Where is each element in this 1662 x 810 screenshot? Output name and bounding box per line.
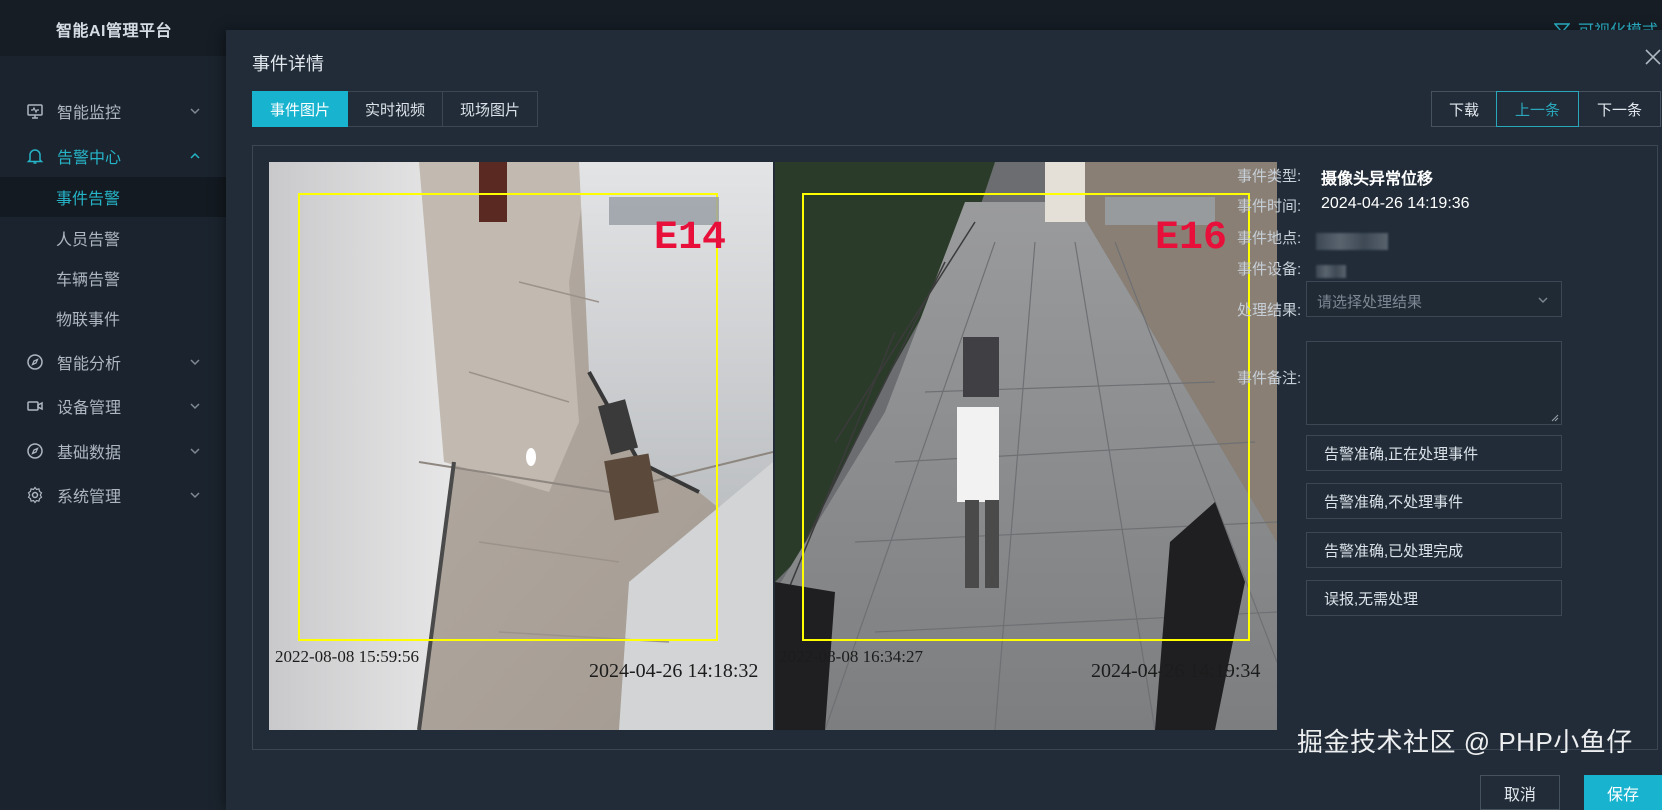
sidebar-subitem-label: 物联事件 xyxy=(56,312,121,329)
event-note-textarea[interactable] xyxy=(1306,341,1562,425)
save-button[interactable]: 保存 xyxy=(1584,775,1662,810)
image-timestamp-left: 2022-08-08 15:59:56 xyxy=(275,647,419,666)
resize-handle-icon[interactable] xyxy=(1551,414,1559,422)
sidebar-subitem-label: 人员告警 xyxy=(56,232,121,249)
channel-label: E16 xyxy=(1155,216,1227,261)
gear-icon xyxy=(27,486,43,504)
close-icon[interactable] xyxy=(1644,48,1662,66)
record-nav: 下载 上一条 下一条 xyxy=(1431,91,1661,127)
event-detail-modal: 事件详情 事件图片 实时视频 现场图片 下载 上一条 下一条 E14 2022-… xyxy=(226,30,1662,810)
sidebar-subitem-iot-event[interactable]: 物联事件 xyxy=(0,298,226,338)
modal-tabs: 事件图片 实时视频 现场图片 xyxy=(252,91,539,127)
sidebar-item-system-management[interactable]: 系统管理 xyxy=(0,475,226,515)
chevron-down-icon xyxy=(190,403,200,410)
image-timestamp-right: 2024-04-26 14:19:34 xyxy=(1091,660,1260,682)
previous-button[interactable]: 上一条 xyxy=(1496,91,1579,127)
tab-event-image[interactable]: 事件图片 xyxy=(252,91,349,127)
modal-title: 事件详情 xyxy=(252,54,324,74)
event-type-label: 事件类型: xyxy=(1237,168,1302,185)
event-device-label: 事件设备: xyxy=(1237,261,1302,278)
sidebar-item-label: 设备管理 xyxy=(57,400,122,417)
watermark: 掘金技术社区 @ PHP小鱼仔 xyxy=(1297,727,1633,757)
event-type-value: 摄像头异常位移 xyxy=(1321,171,1434,188)
event-image-before: E14 2022-08-08 15:59:56 2024-04-26 14:18… xyxy=(269,162,773,730)
image-timestamp-right: 2024-04-26 14:18:32 xyxy=(589,660,758,682)
process-result-label: 处理结果: xyxy=(1237,302,1302,319)
sidebar-item-label: 告警中心 xyxy=(57,150,122,167)
channel-label: E14 xyxy=(654,216,726,261)
next-button[interactable]: 下一条 xyxy=(1578,91,1661,127)
sidebar-item-label: 智能分析 xyxy=(57,356,122,373)
sidebar-item-label: 基础数据 xyxy=(57,445,122,462)
sidebar-item-device-management[interactable]: 设备管理 xyxy=(0,386,226,426)
event-time-label: 事件时间: xyxy=(1237,198,1302,215)
event-location-redacted xyxy=(1316,233,1388,250)
tab-scene-image[interactable]: 现场图片 xyxy=(443,91,539,127)
image-timestamp-left: 2022-08-08 16:34:27 xyxy=(779,647,924,666)
sidebar-subitem-person-alarm[interactable]: 人员告警 xyxy=(0,218,226,258)
event-device-redacted xyxy=(1316,265,1346,278)
download-button[interactable]: 下载 xyxy=(1431,91,1497,127)
confirm-processing-button[interactable]: 告警准确,正在处理事件 xyxy=(1306,435,1562,471)
sidebar-item-analysis[interactable]: 智能分析 xyxy=(0,342,226,382)
bell-icon xyxy=(26,149,44,164)
sidebar-subitem-event-alarm[interactable]: 事件告警 xyxy=(0,177,226,217)
compass-icon xyxy=(27,354,43,370)
chevron-down-icon xyxy=(190,492,200,499)
cancel-button[interactable]: 取消 xyxy=(1480,775,1560,810)
event-location-label: 事件地点: xyxy=(1237,230,1302,247)
compass-icon xyxy=(27,443,43,459)
sidebar-item-label: 系统管理 xyxy=(57,489,122,506)
false-alarm-button[interactable]: 误报,无需处理 xyxy=(1306,580,1562,616)
sidebar-subitem-label: 车辆告警 xyxy=(56,272,121,289)
process-result-select[interactable]: 请选择处理结果 xyxy=(1306,281,1562,317)
chevron-down-icon xyxy=(190,108,200,115)
sidebar: 智能监控 告警中心 事件告警 人员告警 车辆告警 物联事件 智能分析 设备管理 … xyxy=(0,56,226,810)
app-title: 智能AI管理平台 xyxy=(56,23,173,40)
chevron-down-icon xyxy=(190,448,200,455)
tab-live-video[interactable]: 实时视频 xyxy=(348,91,444,127)
monitor-icon xyxy=(27,104,43,119)
confirm-completed-button[interactable]: 告警准确,已处理完成 xyxy=(1306,532,1562,568)
sidebar-subitem-vehicle-alarm[interactable]: 车辆告警 xyxy=(0,258,226,298)
confirm-no-action-button[interactable]: 告警准确,不处理事件 xyxy=(1306,483,1562,519)
sidebar-subitem-label: 事件告警 xyxy=(56,191,121,208)
sidebar-item-alarm-center[interactable]: 告警中心 xyxy=(0,136,226,176)
event-image-after: E16 2022-08-08 16:34:27 2024-04-26 14:19… xyxy=(775,162,1277,730)
sidebar-item-label: 智能监控 xyxy=(57,105,122,122)
process-result-placeholder: 请选择处理结果 xyxy=(1317,294,1423,311)
chevron-down-icon xyxy=(1538,297,1548,303)
chevron-up-icon xyxy=(190,152,200,159)
sidebar-item-monitoring[interactable]: 智能监控 xyxy=(0,91,226,131)
camera-icon xyxy=(27,401,43,411)
event-note-label: 事件备注: xyxy=(1237,370,1302,387)
chevron-down-icon xyxy=(190,359,200,366)
sidebar-item-basic-data[interactable]: 基础数据 xyxy=(0,431,226,471)
event-time-value: 2024-04-26 14:19:36 xyxy=(1321,195,1470,212)
